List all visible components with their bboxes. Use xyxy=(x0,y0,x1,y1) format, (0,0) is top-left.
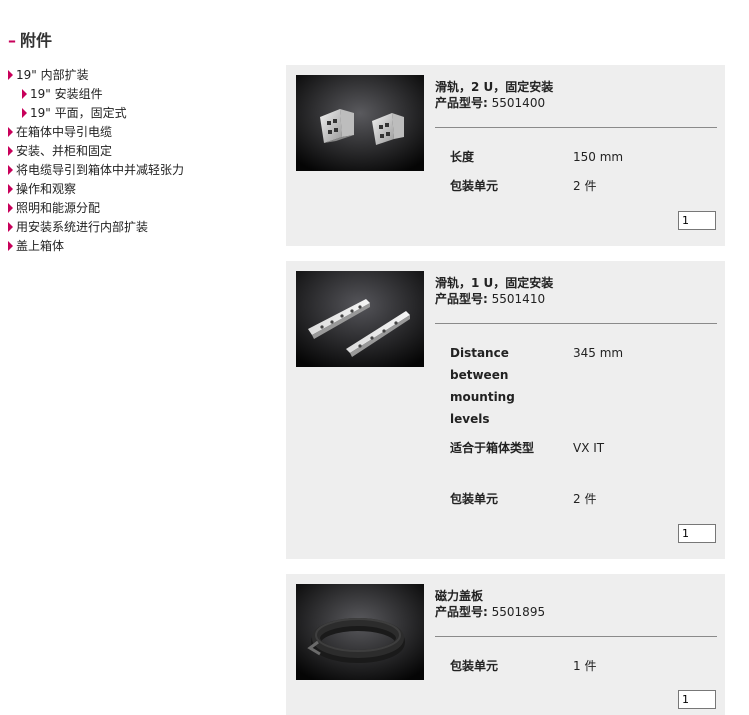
attribute-value: VX IT xyxy=(573,441,605,455)
attribute-value: 150 mm xyxy=(573,150,624,164)
product-number-value: 5501410 xyxy=(491,292,546,306)
collapse-dash[interactable]: – xyxy=(8,31,16,50)
product-image[interactable] xyxy=(296,75,424,171)
divider xyxy=(435,323,717,324)
product-number: 产品型号: 5501410 xyxy=(435,290,545,307)
attribute-value: 345 mm xyxy=(573,346,624,360)
product-number-label: 产品型号: xyxy=(435,96,488,110)
product-name[interactable]: 滑轨，1 U，固定安装 xyxy=(435,274,553,291)
product-card: 滑轨，2 U，固定安装 产品型号: 5501400 长度 150 mm 包装单元… xyxy=(286,65,725,246)
product-name[interactable]: 滑轨，2 U，固定安装 xyxy=(435,78,553,95)
triangle-right-icon xyxy=(22,107,27,118)
attribute-value: 2 件 xyxy=(573,179,597,193)
attribute-label: 包装单元 xyxy=(450,492,499,506)
nav-item-mounting-components[interactable]: 19" 安装组件 xyxy=(8,85,278,104)
product-card: 滑轨，1 U，固定安装 产品型号: 5501410 Distance betwe… xyxy=(286,261,725,559)
product-card: 磁力盖板 产品型号: 5501895 包装单元 1 件 xyxy=(286,574,725,715)
divider xyxy=(435,636,717,637)
product-number-label: 产品型号: xyxy=(435,605,488,619)
attribute-label: 适合于箱体类型 xyxy=(450,441,535,455)
attribute-value: 1 件 xyxy=(573,659,597,673)
attribute-label: 长度 xyxy=(450,150,475,164)
triangle-right-icon xyxy=(22,88,27,99)
attribute-label: Distance between mounting levels xyxy=(450,346,515,426)
triangle-right-icon xyxy=(8,69,13,80)
quantity-input[interactable] xyxy=(678,524,716,543)
product-number-label: 产品型号: xyxy=(435,292,488,306)
product-number: 产品型号: 5501400 xyxy=(435,94,545,111)
nav-item-operating[interactable]: 操作和观察 xyxy=(8,180,278,199)
product-image[interactable] xyxy=(296,584,424,680)
triangle-right-icon xyxy=(8,126,13,137)
nav-item-mounting-system[interactable]: 用安装系统进行内部扩装 xyxy=(8,218,278,237)
accessory-nav: 19" 内部扩装 19" 安装组件 19" 平面，固定式 在箱体中导引电缆 安装… xyxy=(8,66,278,256)
attribute-label: 包装单元 xyxy=(450,179,499,193)
section-title: – 附件 xyxy=(8,27,52,51)
nav-item-internal-expansion[interactable]: 19" 内部扩装 xyxy=(8,66,278,85)
attribute-label: 包装单元 xyxy=(450,659,499,673)
triangle-right-icon xyxy=(8,221,13,232)
product-name[interactable]: 磁力盖板 xyxy=(435,587,483,604)
product-number: 产品型号: 5501895 xyxy=(435,603,545,620)
nav-item-cable-routing[interactable]: 在箱体中导引电缆 xyxy=(8,123,278,142)
triangle-right-icon xyxy=(8,240,13,251)
attribute-value: 2 件 xyxy=(573,492,597,506)
product-number-value: 5501895 xyxy=(491,605,546,619)
quantity-input[interactable] xyxy=(678,211,716,230)
product-number-value: 5501400 xyxy=(491,96,546,110)
triangle-right-icon xyxy=(8,183,13,194)
nav-item-lighting[interactable]: 照明和能源分配 xyxy=(8,199,278,218)
nav-item-cable-entry[interactable]: 将电缆导引到箱体中并减轻张力 xyxy=(8,161,278,180)
section-title-text: 附件 xyxy=(20,31,53,50)
divider xyxy=(435,127,717,128)
quantity-input[interactable] xyxy=(678,690,716,709)
triangle-right-icon xyxy=(8,145,13,156)
triangle-right-icon xyxy=(8,202,13,213)
nav-item-installation[interactable]: 安装、并柜和固定 xyxy=(8,142,278,161)
nav-item-flat-fixed[interactable]: 19" 平面，固定式 xyxy=(8,104,278,123)
nav-item-covers[interactable]: 盖上箱体 xyxy=(8,237,278,256)
product-image[interactable] xyxy=(296,271,424,367)
triangle-right-icon xyxy=(8,164,13,175)
